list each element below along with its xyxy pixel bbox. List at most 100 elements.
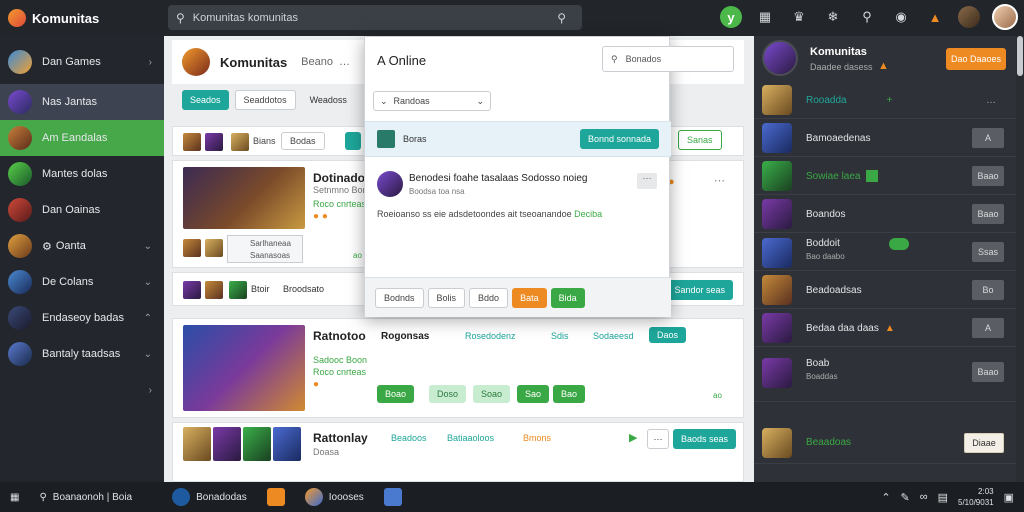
taskbar-app-4[interactable] [374,482,412,512]
post-tag[interactable]: Rosedodenz [465,331,516,341]
message-avatar[interactable] [377,171,403,197]
y-badge-icon[interactable]: y [720,6,742,28]
bag-icon[interactable]: ▦ [754,6,776,28]
post-tag[interactable]: Bmons [523,433,551,443]
network-icon[interactable]: ▤ [938,491,948,504]
taskbar-search[interactable]: ⚲ Boanaonoh | Boia [29,482,142,512]
post-image[interactable] [183,167,305,229]
popup-search-input[interactable]: ⚲ Bonados [602,46,734,72]
member-row[interactable]: Boandos Baao [754,196,1016,233]
add-icon[interactable]: + [887,95,893,106]
game-thumb[interactable] [205,239,223,257]
post-image[interactable] [183,325,305,411]
chevron-up-icon[interactable]: ⌃ [881,491,890,504]
member-action-button[interactable]: Baao [972,362,1004,382]
sidebar-more[interactable]: › [0,372,164,408]
action-button[interactable]: Boao [377,385,415,403]
link-icon[interactable]: ∞ [920,491,928,503]
fire-icon[interactable]: ❄ [822,6,844,28]
sidebar-item-dan-oainas[interactable]: Dan Oainas [0,192,164,228]
action-button[interactable]: Soao [473,385,511,403]
member-action-button[interactable]: A [972,128,1004,148]
member-row[interactable]: Sowiae laea Baao [754,158,1016,195]
game-thumb[interactable] [229,281,247,299]
scrollbar[interactable] [1016,36,1024,482]
post-title[interactable]: Rattonlay [313,431,368,445]
game-thumb[interactable] [243,427,271,461]
search-bar[interactable]: ⚲ Komunitas komunitas ⚲ [168,5,582,30]
post-tag[interactable]: Sdis [551,331,569,341]
sidebar-item-mantes[interactable]: Mantes dolas [0,156,164,192]
post-card-3[interactable]: Rattonlay Doasa Beadoos Batiaaoloos Bmon… [172,422,744,482]
footer-button[interactable]: Bida [550,287,585,308]
app-brand[interactable]: Komunitas [0,9,160,27]
game-thumb[interactable] [183,281,201,299]
sidebar-item-bantaly[interactable]: Bantaly taadsas ⌄ [0,336,164,372]
search-input[interactable]: Komunitas komunitas [193,12,557,24]
sidebar-item-oanta[interactable]: ⚙ Oanta ⌄ [0,228,164,264]
game-thumb[interactable] [183,239,201,257]
post-title[interactable]: Ratnotoo [313,329,366,343]
member-row[interactable]: Beaadoas Diaae [754,422,1016,464]
post-tag[interactable]: Batiaaoloos [447,433,494,443]
community-avatar[interactable] [762,40,798,76]
taskbar-app-2[interactable] [257,482,295,512]
game-thumb[interactable] [183,427,211,461]
notification-icon[interactable]: ◉ [890,6,912,28]
strip-action-button[interactable]: Sandor seas [666,280,733,300]
post-link[interactable]: ao [353,251,362,260]
member-more-button[interactable]: … [986,95,996,106]
member-row[interactable]: Bedaa daa daas ▲ A [754,310,1016,347]
footer-button[interactable]: Bata [512,287,547,308]
pen-icon[interactable]: ✎ [901,491,910,504]
footer-button[interactable]: Bolis [427,287,466,308]
member-action-button[interactable]: Ssas [972,242,1004,262]
popup-highlight-row[interactable]: Boras Bonnd sonnada [365,121,671,157]
post-card-2[interactable]: Ratnotoo Rogonsas Rosedodenz Sdis Sodaee… [172,318,744,418]
embed-card[interactable]: Sarlhaneaa Saanasoas [227,235,303,263]
game-thumb[interactable] [213,427,241,461]
post-user[interactable]: Rogonsas [381,331,429,342]
flame-icon[interactable]: ▲ [924,6,946,28]
game-thumb[interactable] [231,133,249,151]
member-action-button[interactable]: Baao [972,166,1004,186]
filter-toggle[interactable] [345,132,361,150]
tab-seados[interactable]: Seados [182,90,229,110]
member-action-button[interactable]: Baao [972,204,1004,224]
filter-chip[interactable]: Bodas [281,132,325,150]
sidebar-item-nas-jantas[interactable]: Nas Jantas [0,84,164,120]
start-button[interactable]: ▦ [0,482,29,512]
play-icon[interactable]: ▶ [629,431,637,444]
action-button[interactable]: Doso [429,385,467,403]
game-thumb[interactable] [273,427,301,461]
post-action-button[interactable]: Baods seas [673,429,737,449]
message-link[interactable]: Deciba [574,209,602,219]
member-action-button[interactable]: A [972,318,1004,338]
footer-button[interactable]: Bodnds [375,287,424,308]
profile-avatar[interactable] [992,4,1018,30]
scrollbar-thumb[interactable] [1017,36,1023,76]
sidebar-item-de-colans[interactable]: De Colans ⌄ [0,264,164,300]
popup-filter-select[interactable]: ⌄ Randoas ⌄ [373,91,491,111]
taskbar-app-1[interactable]: Bonadodas [162,482,257,512]
sidebar-item-dan-games[interactable]: Dan Games › [0,44,164,80]
game-thumb[interactable] [183,133,201,151]
avatar[interactable] [958,6,980,28]
sidebar-item-endaseoy[interactable]: Endaseoy badas ⌃ [0,300,164,336]
crown-icon[interactable]: ♛ [788,6,810,28]
member-row[interactable]: Boddoit Bao daabo Ssas [754,234,1016,271]
game-thumb[interactable] [205,281,223,299]
action-button[interactable]: Bao [553,385,586,403]
action-button[interactable]: Sao [517,385,550,403]
game-thumb[interactable] [205,133,223,151]
clock[interactable]: 2:03 5/10/9031 [958,486,994,508]
tab-seaddotos[interactable]: Seaddotos [234,90,296,110]
row-action-button[interactable]: Bonnd sonnada [579,129,659,149]
join-button[interactable]: Dao Daaoes [946,48,1006,70]
post-tag[interactable]: Sodaeesd [593,331,634,341]
member-action-button[interactable]: Bo [972,280,1004,300]
community-badge[interactable]: Beano [301,56,333,68]
more-icon[interactable]: ⋯ [714,174,725,187]
post-title[interactable]: Dotinado [313,171,365,185]
member-row[interactable]: Bamoaedenas A [754,120,1016,157]
